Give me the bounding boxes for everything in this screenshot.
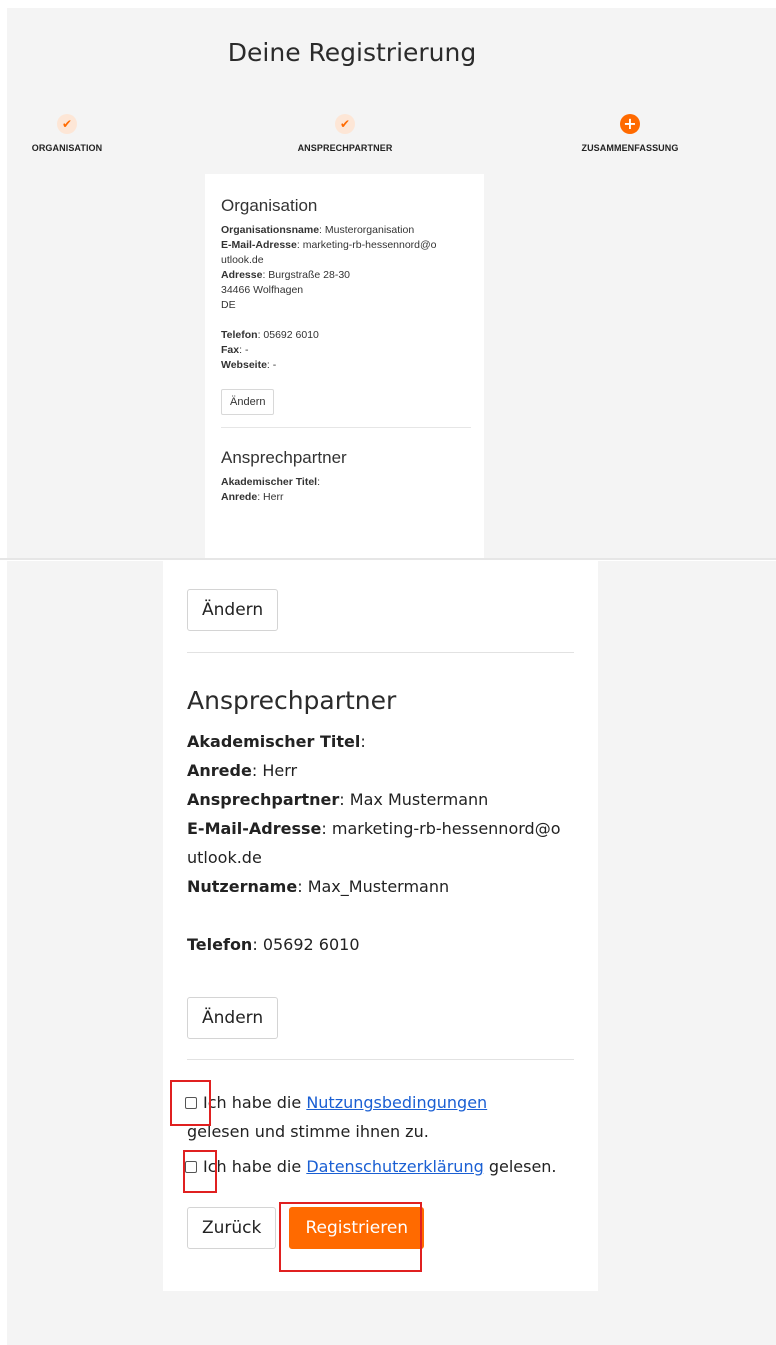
- org-address-row: Adresse: Burgstraße 28-30: [221, 269, 351, 281]
- page-title: Deine Registrierung: [227, 38, 477, 67]
- org-address-country: DE: [221, 299, 236, 311]
- contact-academic-title-row: Akademischer Titel:: [187, 732, 366, 751]
- back-button[interactable]: Zurück: [187, 1207, 277, 1249]
- organisation-title: Organisation: [221, 196, 318, 215]
- contact-title: Ansprechpartner: [221, 448, 347, 467]
- privacy-link[interactable]: Datenschutzerklärung: [306, 1157, 483, 1176]
- step-organisation[interactable]: ✔ ORGANISATION: [7, 114, 177, 153]
- edit-contact-button[interactable]: Ändern: [187, 997, 279, 1039]
- check-icon: ✔: [335, 114, 355, 134]
- org-fax-row: Fax: -: [221, 344, 249, 356]
- org-phone-row: Telefon: 05692 6010: [221, 329, 319, 341]
- contact-phone-row: Telefon: 05692 6010: [187, 935, 360, 954]
- contact-name-row: Ansprechpartner: Max Mustermann: [187, 790, 489, 809]
- privacy-consent-row: Ich habe die Datenschutzerklärung gelese…: [185, 1152, 574, 1181]
- step-ansprechpartner[interactable]: ✔ ANSPRECHPARTNER: [235, 114, 455, 153]
- check-icon: ✔: [57, 114, 77, 134]
- step-label: ZUSAMMENFASSUNG: [581, 143, 679, 153]
- screenshot-divider: [0, 558, 776, 560]
- terms-link[interactable]: Nutzungsbedingungen: [306, 1093, 487, 1112]
- contact-username-row: Nutzername: Max_Mustermann: [187, 877, 450, 896]
- contact-salutation-row: Anrede: Herr: [187, 761, 298, 780]
- org-name-row: Organisationsname: Musterorganisation: [221, 224, 415, 236]
- contact-academic-title-row: Akademischer Titel:: [221, 476, 321, 488]
- edit-organisation-button[interactable]: Ändern: [221, 389, 275, 415]
- org-email-row: E-Mail-Adresse: marketing-rb-hessennord@…: [221, 239, 437, 251]
- terms-checkbox[interactable]: [185, 1097, 197, 1109]
- step-zusammenfassung[interactable]: + ZUSAMMENFASSUNG: [520, 114, 740, 153]
- contact-email-row-cont: utlook.de: [187, 848, 262, 867]
- summary-card-overview: Organisation Organisationsname: Musteror…: [205, 174, 484, 558]
- divider: [187, 652, 574, 653]
- step-label: ORGANISATION: [31, 143, 103, 153]
- privacy-checkbox[interactable]: [185, 1161, 197, 1173]
- contact-salutation-row: Anrede: Herr: [221, 491, 284, 503]
- org-email-row-cont: utlook.de: [221, 254, 264, 266]
- org-address-city: 34466 Wolfhagen: [221, 284, 304, 296]
- summary-card: Ändern Ansprechpartner Akademischer Tite…: [163, 561, 598, 1291]
- terms-consent-row: Ich habe die Nutzungsbedingungen: [185, 1088, 574, 1117]
- detail-panel: Ändern Ansprechpartner Akademischer Tite…: [7, 561, 776, 1345]
- contact-email-row: E-Mail-Adresse: marketing-rb-hessennord@…: [187, 819, 561, 838]
- register-button[interactable]: Registrieren: [289, 1207, 425, 1249]
- divider: [187, 1059, 574, 1060]
- divider: [221, 427, 471, 428]
- edit-organisation-button[interactable]: Ändern: [187, 589, 279, 631]
- contact-title: Ansprechpartner: [187, 686, 397, 715]
- org-website-row: Webseite: -: [221, 359, 277, 371]
- terms-consent-row-cont: gelesen und stimme ihnen zu.: [187, 1122, 429, 1141]
- step-label: ANSPRECHPARTNER: [297, 143, 393, 153]
- plus-icon: +: [620, 114, 640, 134]
- overview-panel: Deine Registrierung ✔ ORGANISATION ✔ ANS…: [7, 8, 776, 558]
